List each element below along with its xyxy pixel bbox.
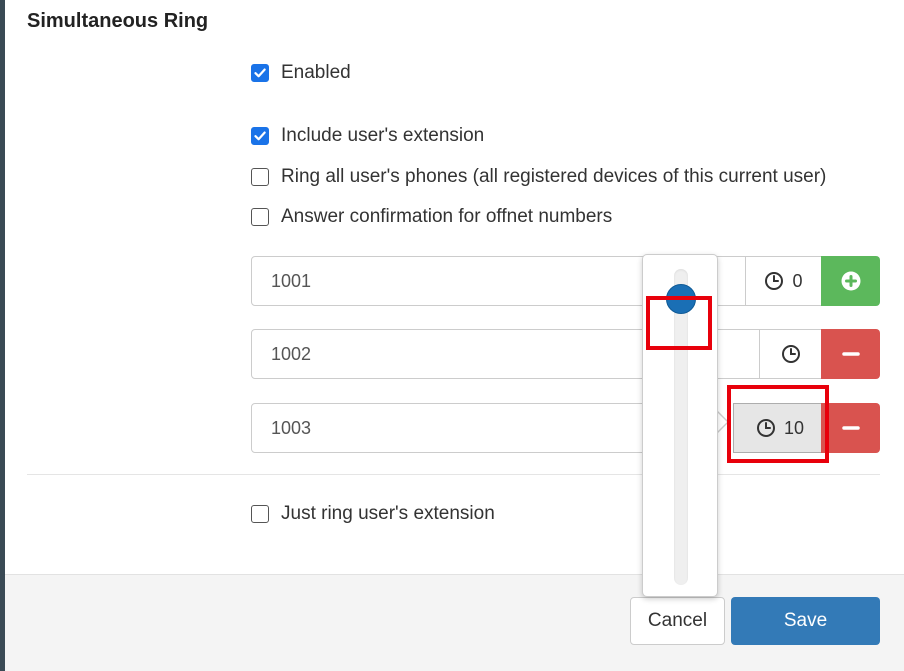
- enabled-label: Enabled: [281, 62, 351, 83]
- checkmark-icon: [254, 131, 266, 141]
- ring-all-phones-option[interactable]: Ring all user's phones (all registered d…: [251, 165, 826, 189]
- slider-handle-highlight: [646, 296, 712, 350]
- delay-button-highlight: [727, 385, 829, 463]
- add-number-button[interactable]: [821, 256, 880, 306]
- clock-icon: [765, 272, 784, 290]
- remove-number-button[interactable]: [821, 329, 880, 379]
- cancel-button[interactable]: Cancel: [630, 597, 725, 645]
- save-button[interactable]: Save: [731, 597, 880, 645]
- delay-button-1001[interactable]: 0: [745, 256, 822, 306]
- answer-confirmation-label: Answer confirmation for offnet numbers: [281, 206, 613, 227]
- simultaneous-ring-dialog: Simultaneous Ring Enabled Include user's…: [5, 0, 904, 671]
- minus-icon: [841, 352, 860, 356]
- answer-confirmation-checkbox[interactable]: [251, 208, 269, 226]
- minus-icon: [841, 426, 860, 430]
- ring-all-phones-label: Ring all user's phones (all registered d…: [281, 166, 827, 187]
- include-extension-label: Include user's extension: [281, 125, 485, 146]
- just-ring-extension-option[interactable]: Just ring user's extension: [251, 502, 495, 526]
- just-ring-extension-label: Just ring user's extension: [281, 503, 495, 524]
- delay-value: 0: [792, 270, 803, 291]
- plus-circle-icon: [841, 271, 860, 291]
- enabled-option[interactable]: Enabled: [251, 61, 351, 85]
- number-input-1003[interactable]: 1003: [251, 403, 671, 453]
- just-ring-extension-checkbox[interactable]: [251, 505, 269, 523]
- divider: [27, 474, 880, 475]
- include-extension-option[interactable]: Include user's extension: [251, 124, 484, 148]
- remove-number-button[interactable]: [821, 403, 880, 453]
- answer-confirmation-option[interactable]: Answer confirmation for offnet numbers: [251, 205, 612, 229]
- clock-icon: [781, 345, 800, 363]
- delay-button-1002[interactable]: [759, 329, 822, 379]
- enabled-checkbox[interactable]: [251, 64, 269, 82]
- ring-all-phones-checkbox[interactable]: [251, 168, 269, 186]
- include-extension-checkbox[interactable]: [251, 127, 269, 145]
- checkmark-icon: [254, 68, 266, 78]
- dialog-title: Simultaneous Ring: [27, 10, 209, 32]
